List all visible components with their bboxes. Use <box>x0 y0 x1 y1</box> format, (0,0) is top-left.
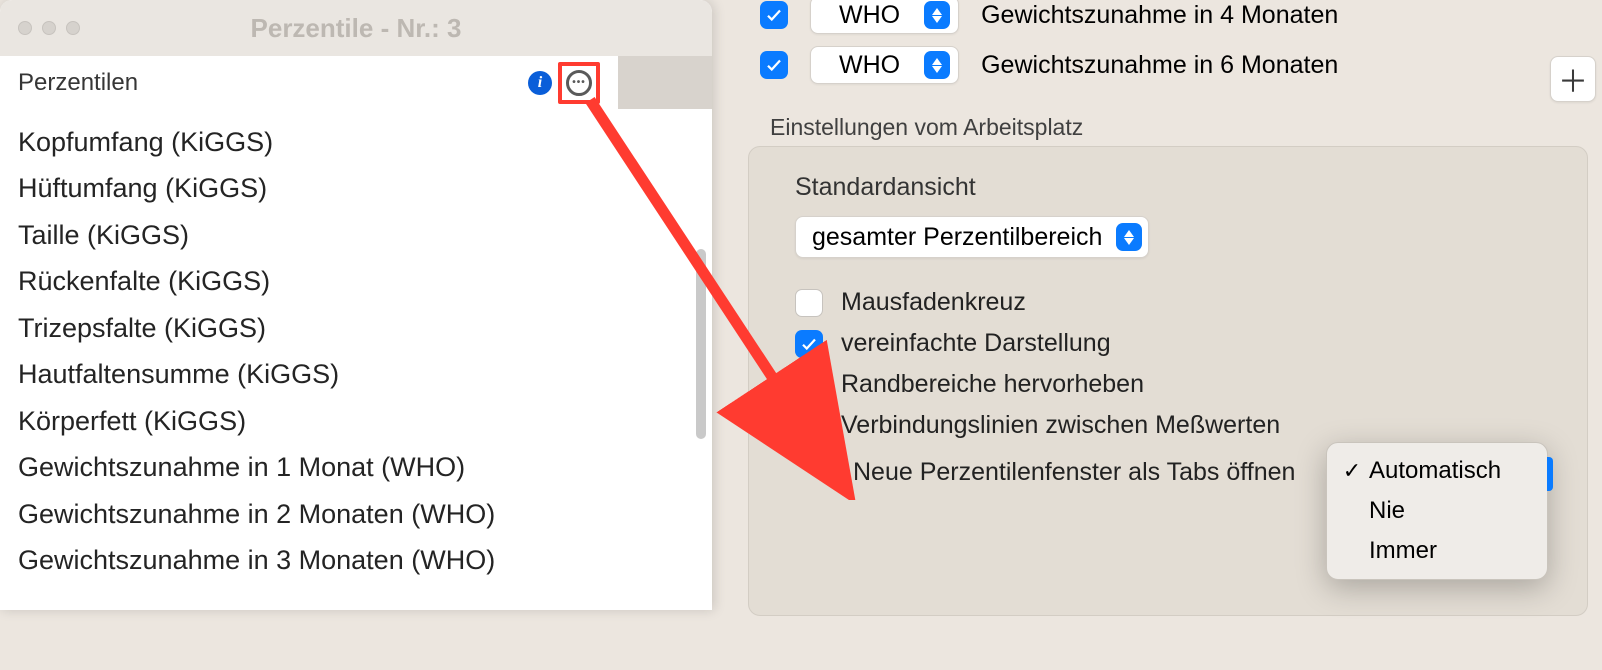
list-item[interactable]: Rückenfalte (KiGGS) <box>18 258 712 304</box>
percentile-list-area: Kopfumfang (KiGGS) Hüftumfang (KiGGS) Ta… <box>0 109 712 610</box>
checkbox-icon[interactable] <box>760 1 788 29</box>
option-label: Randbereiche hervorheben <box>841 370 1144 399</box>
window-title: Perzentile - Nr.: 3 <box>0 13 712 44</box>
zoom-icon[interactable] <box>66 21 80 35</box>
menu-item-label: Automatisch <box>1369 457 1501 485</box>
settings-heading: Einstellungen vom Arbeitsplatz <box>770 114 1083 141</box>
plus-icon: ＋ <box>1558 57 1588 101</box>
info-icon[interactable]: i <box>528 71 552 95</box>
checkbox-icon[interactable] <box>795 412 823 440</box>
updown-icon <box>924 51 950 79</box>
source-row-label: Gewichtszunahme in 4 Monaten <box>981 1 1338 30</box>
tab-strip: Perzentilen i ••• <box>0 56 712 109</box>
selection-edge <box>1547 457 1553 491</box>
updown-icon <box>924 1 950 29</box>
tabs-mode-menu[interactable]: ✓ Automatisch Nie Immer <box>1326 442 1548 580</box>
checkbox-icon[interactable] <box>760 51 788 79</box>
window-controls[interactable] <box>18 21 80 35</box>
list-item[interactable]: Körperfett (KiGGS) <box>18 398 712 444</box>
check-icon: ✓ <box>1341 458 1363 484</box>
checkbox-icon[interactable] <box>795 330 823 358</box>
source-row: WHO Gewichtszunahme in 4 Monaten <box>760 0 1338 40</box>
minimize-icon[interactable] <box>42 21 56 35</box>
titlebar: Perzentile - Nr.: 3 <box>0 0 712 56</box>
checkbox-icon[interactable] <box>795 289 823 317</box>
menu-item-never[interactable]: Nie <box>1333 491 1541 531</box>
default-view-value: gesamter Perzentilbereich <box>812 223 1102 252</box>
list-item[interactable]: Gewichtszunahme in 3 Monaten (WHO) <box>18 537 712 583</box>
option-label: Verbindungslinien zwischen Meßwerten <box>841 411 1280 440</box>
checkbox-icon[interactable] <box>795 371 823 399</box>
option-row: Verbindungslinien zwischen Meßwerten <box>795 411 1557 440</box>
list-item[interactable]: Trizepsfalte (KiGGS) <box>18 305 712 351</box>
default-view-select[interactable]: gesamter Perzentilbereich <box>795 216 1149 258</box>
list-item[interactable]: Kopfumfang (KiGGS) <box>18 119 712 165</box>
source-row: WHO Gewichtszunahme in 6 Monaten <box>760 40 1338 90</box>
updown-icon <box>1116 223 1142 251</box>
tab-label: Perzentilen <box>18 69 514 97</box>
source-row-label: Gewichtszunahme in 6 Monaten <box>981 51 1338 80</box>
more-icon[interactable]: ••• <box>566 70 592 96</box>
option-row: Mausfadenkreuz <box>795 288 1557 317</box>
default-view-label: Standardansicht <box>795 173 1557 202</box>
menu-item-label: Nie <box>1369 497 1405 525</box>
list-item[interactable]: Hautfaltensumme (KiGGS) <box>18 351 712 397</box>
add-button[interactable]: ＋ <box>1550 56 1596 102</box>
close-icon[interactable] <box>18 21 32 35</box>
list-item[interactable]: Hüftumfang (KiGGS) <box>18 165 712 211</box>
scrollbar-thumb[interactable] <box>696 249 706 439</box>
list-item[interactable]: Taille (KiGGS) <box>18 212 712 258</box>
source-select-value: WHO <box>839 1 900 30</box>
list-item[interactable]: Gewichtszunahme in 1 Monat (WHO) <box>18 444 712 490</box>
list-item[interactable]: Gewichtszunahme in 2 Monaten (WHO) <box>18 491 712 537</box>
option-label: Mausfadenkreuz <box>841 288 1026 317</box>
source-rows: WHO Gewichtszunahme in 4 Monaten WHO Gew… <box>760 0 1338 90</box>
option-row: Randbereiche hervorheben <box>795 370 1557 399</box>
percentile-list[interactable]: Kopfumfang (KiGGS) Hüftumfang (KiGGS) Ta… <box>0 109 712 583</box>
source-select[interactable]: WHO <box>810 46 959 84</box>
menu-item-always[interactable]: Immer <box>1333 531 1541 571</box>
option-label: vereinfachte Darstellung <box>841 329 1111 358</box>
source-select-value: WHO <box>839 51 900 80</box>
percentiles-window: Perzentile - Nr.: 3 Perzentilen i ••• Ko… <box>0 0 712 610</box>
tab-percentiles[interactable]: Perzentilen i ••• <box>0 56 618 109</box>
menu-item-auto[interactable]: ✓ Automatisch <box>1333 451 1541 491</box>
source-select[interactable]: WHO <box>810 0 959 34</box>
tabs-option-label: Neue Perzentilenfenster als Tabs öffnen <box>853 458 1295 487</box>
menu-item-label: Immer <box>1369 537 1437 565</box>
annotation-highlight: ••• <box>558 62 600 104</box>
option-row: vereinfachte Darstellung <box>795 329 1557 358</box>
